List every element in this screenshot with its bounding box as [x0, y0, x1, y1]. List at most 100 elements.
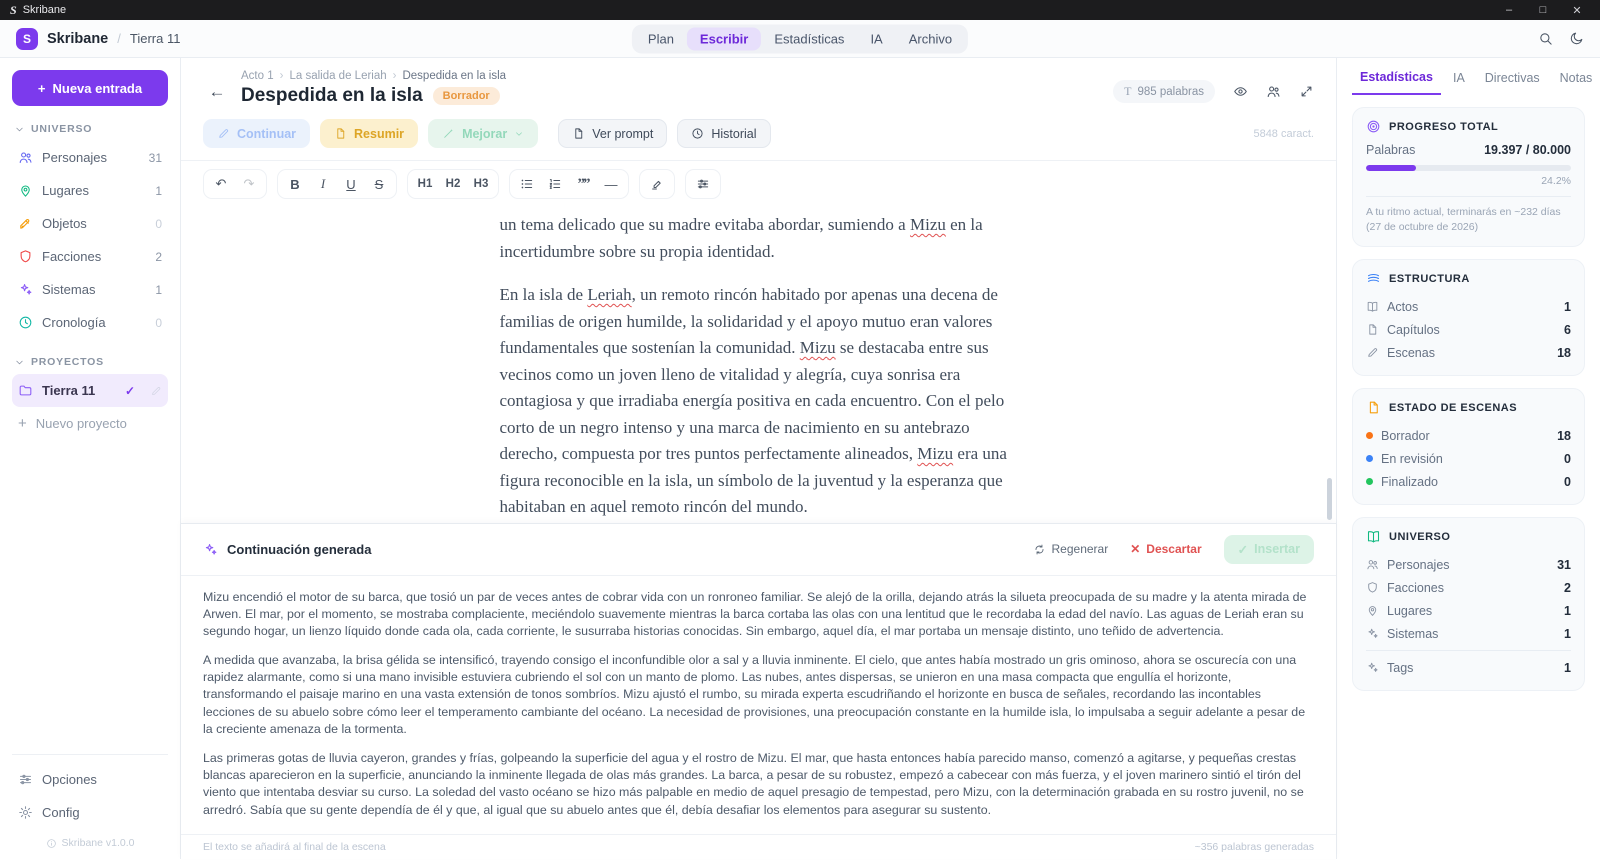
- highlighter-button[interactable]: [644, 172, 670, 196]
- status-badge: Borrador: [432, 87, 500, 105]
- universo-card: UNIVERSO Personajes 31 Facciones 2 Lugar…: [1352, 517, 1585, 692]
- preview-eye-icon[interactable]: [1233, 84, 1248, 99]
- strikethrough-button[interactable]: S: [366, 172, 392, 196]
- underline-button[interactable]: U: [338, 172, 364, 196]
- resumir-button[interactable]: Resumir: [320, 119, 419, 148]
- undo-button[interactable]: ↶: [208, 172, 234, 196]
- sidebar-item-objetos[interactable]: Objetos 0: [12, 207, 168, 240]
- bullet-list-button[interactable]: [514, 172, 540, 196]
- breadcrumb-acto[interactable]: Acto 1: [241, 70, 274, 82]
- new-project-button[interactable]: + Nuevo proyecto: [12, 407, 168, 440]
- app-name: Skribane: [47, 30, 109, 47]
- document-icon: [575, 128, 583, 139]
- word-count-pill: T 985 palabras: [1113, 80, 1215, 103]
- nav-tab-plan[interactable]: Plan: [635, 27, 687, 50]
- sidebar-item-facciones[interactable]: Facciones 2: [12, 240, 168, 273]
- map-pin-icon: [21, 185, 30, 197]
- ai-generated-count: ~356 palabras generadas: [1194, 841, 1314, 853]
- estructura-card: ESTRUCTURA Actos 1 Capítulos 6 Escenas 1…: [1352, 259, 1585, 377]
- stat-row-escenas: Escenas 18: [1366, 341, 1571, 364]
- sidebar-item-sistemas[interactable]: Sistemas 1: [12, 273, 168, 306]
- insertar-button[interactable]: ✓ Insertar: [1223, 534, 1314, 564]
- check-icon: ✓: [124, 383, 135, 398]
- tab-notas[interactable]: Notas: [1552, 71, 1600, 94]
- scene-paragraph: un tema delicado que su madre evitaba ab…: [499, 215, 983, 261]
- item-count: 2: [155, 249, 162, 264]
- sidebar-item-cronologia[interactable]: Cronología 0: [12, 306, 168, 339]
- users-icon: [19, 152, 32, 164]
- book-icon: [1367, 302, 1378, 313]
- minimize-button[interactable]: –: [1492, 0, 1526, 20]
- ai-panel-title: Continuación generada: [227, 541, 372, 557]
- close-button[interactable]: ✕: [1560, 0, 1594, 20]
- dark-mode-icon[interactable]: [1569, 31, 1584, 46]
- format-toolbar: ↶ ↷ B I U S H1 H2 H3 ”” —: [181, 161, 1336, 207]
- ver-prompt-button[interactable]: Ver prompt: [558, 119, 668, 148]
- nav-tab-archivo[interactable]: Archivo: [896, 27, 965, 50]
- draft-dot: [1366, 432, 1373, 440]
- heading3-button[interactable]: H3: [468, 172, 494, 196]
- config-button[interactable]: Config: [12, 796, 168, 829]
- maximize-button[interactable]: □: [1526, 0, 1560, 20]
- continuar-button[interactable]: Continuar: [203, 119, 311, 148]
- redo-button[interactable]: ↷: [236, 172, 262, 196]
- stat-row-personajes: Personajes 31: [1366, 553, 1571, 576]
- heading2-button[interactable]: H2: [440, 172, 466, 196]
- sparkles-icon: [1368, 629, 1378, 639]
- breadcrumb-separator: [280, 70, 284, 82]
- tab-ia[interactable]: IA: [1445, 71, 1473, 94]
- char-count: 5848 caract.: [1253, 127, 1314, 140]
- target-icon: [1367, 120, 1380, 133]
- ordered-list-button[interactable]: [542, 172, 568, 196]
- project-item-tierra-11[interactable]: Tierra 11 ✓: [12, 374, 168, 407]
- universo-section-header[interactable]: UNIVERSO: [14, 123, 166, 135]
- tab-estadisticas[interactable]: Estadísticas: [1352, 70, 1441, 95]
- nav-tab-escribir[interactable]: Escribir: [686, 27, 762, 50]
- main-nav: Plan Escribir Estadísticas IA Archivo: [631, 24, 969, 53]
- descartar-button[interactable]: ✕ Descartar: [1130, 542, 1201, 556]
- breadcrumb-capitulo[interactable]: La salida de Leriah: [289, 70, 386, 82]
- chevron-down-icon: [16, 360, 23, 364]
- heading1-button[interactable]: H1: [412, 172, 438, 196]
- document-icon: [1369, 402, 1378, 414]
- historial-button[interactable]: Historial: [677, 119, 771, 148]
- collaborators-icon[interactable]: [1266, 84, 1281, 99]
- regenerar-button[interactable]: Regenerar: [1033, 542, 1108, 556]
- stats-sidebar: Estadísticas IA Directivas Notas PROGRES…: [1336, 58, 1600, 859]
- mejorar-button[interactable]: Mejorar: [428, 119, 539, 148]
- progress-percent: 24.2%: [1541, 175, 1571, 187]
- nav-tab-ia[interactable]: IA: [857, 27, 895, 50]
- opciones-button[interactable]: Opciones: [12, 763, 168, 796]
- edit-project-icon[interactable]: [150, 385, 162, 397]
- proyectos-section-header[interactable]: PROYECTOS: [14, 356, 166, 368]
- search-icon[interactable]: [1538, 31, 1553, 46]
- back-button[interactable]: ←: [203, 78, 231, 106]
- editor-content[interactable]: un tema delicado que su madre evitaba ab…: [181, 207, 1336, 523]
- bold-button[interactable]: B: [282, 172, 308, 196]
- fullscreen-icon[interactable]: [1299, 84, 1314, 99]
- book-icon: [1367, 531, 1380, 543]
- blockquote-button[interactable]: ””: [570, 172, 596, 196]
- pen-icon: [1368, 348, 1378, 358]
- final-dot: [1366, 478, 1373, 486]
- italic-button[interactable]: I: [310, 172, 336, 196]
- header-project-name[interactable]: Tierra 11: [130, 31, 181, 46]
- stats-tabs: Estadísticas IA Directivas Notas: [1352, 58, 1592, 95]
- scene-title[interactable]: Despedida en la isla: [241, 85, 423, 107]
- sidebar-item-lugares[interactable]: Lugares 1: [12, 174, 168, 207]
- nav-tab-estadisticas[interactable]: Estadísticas: [761, 27, 857, 50]
- scene-paragraph: En la isla de Leriah, un remoto rincón h…: [499, 285, 1007, 517]
- editor-settings-button[interactable]: [690, 172, 716, 196]
- divider-button[interactable]: —: [598, 172, 624, 196]
- editor-scrollbar[interactable]: [1327, 478, 1332, 520]
- gear-icon: [19, 806, 32, 819]
- sidebar-item-personajes[interactable]: Personajes 31: [12, 141, 168, 174]
- editor-header: ← Acto 1 La salida de Leriah Despedida e…: [181, 58, 1336, 161]
- window-title: Skribane: [22, 4, 67, 16]
- history-clock-icon: [692, 128, 703, 139]
- tab-directivas[interactable]: Directivas: [1477, 71, 1548, 94]
- progress-note: A tu ritmo actual, terminarás en ~232 dí…: [1366, 196, 1571, 235]
- new-entry-button[interactable]: + Nueva entrada: [12, 70, 168, 106]
- app-header: S Skribane Tierra 11 Plan Escribir Estad…: [0, 20, 1600, 58]
- progress-bar: [1366, 165, 1571, 171]
